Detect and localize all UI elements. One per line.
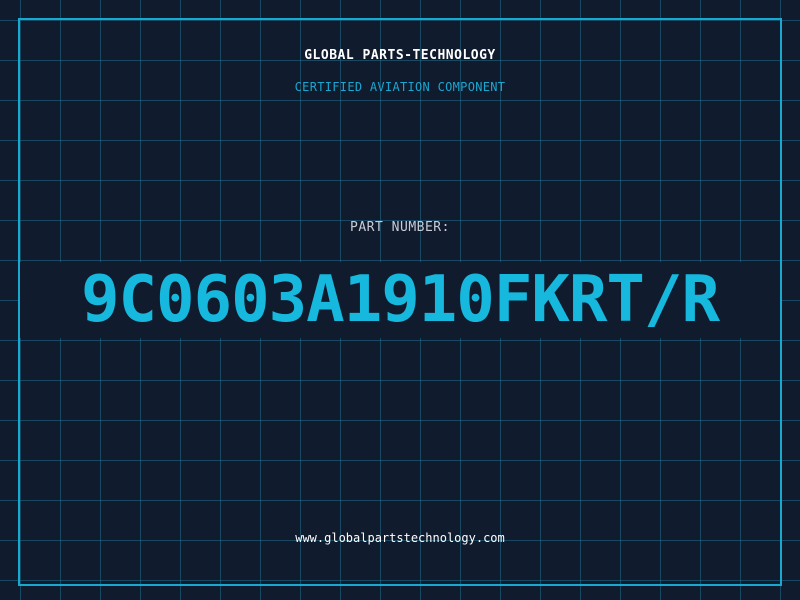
website-url: www.globalpartstechnology.com — [295, 531, 505, 545]
part-number-label: PART NUMBER: — [350, 220, 450, 235]
brand-name: GLOBAL PARTS-TECHNOLOGY — [304, 48, 496, 63]
certification-subtitle: CERTIFIED AVIATION COMPONENT — [294, 80, 506, 94]
part-number-value: 9C0603A1910FKRT/R — [80, 263, 720, 337]
